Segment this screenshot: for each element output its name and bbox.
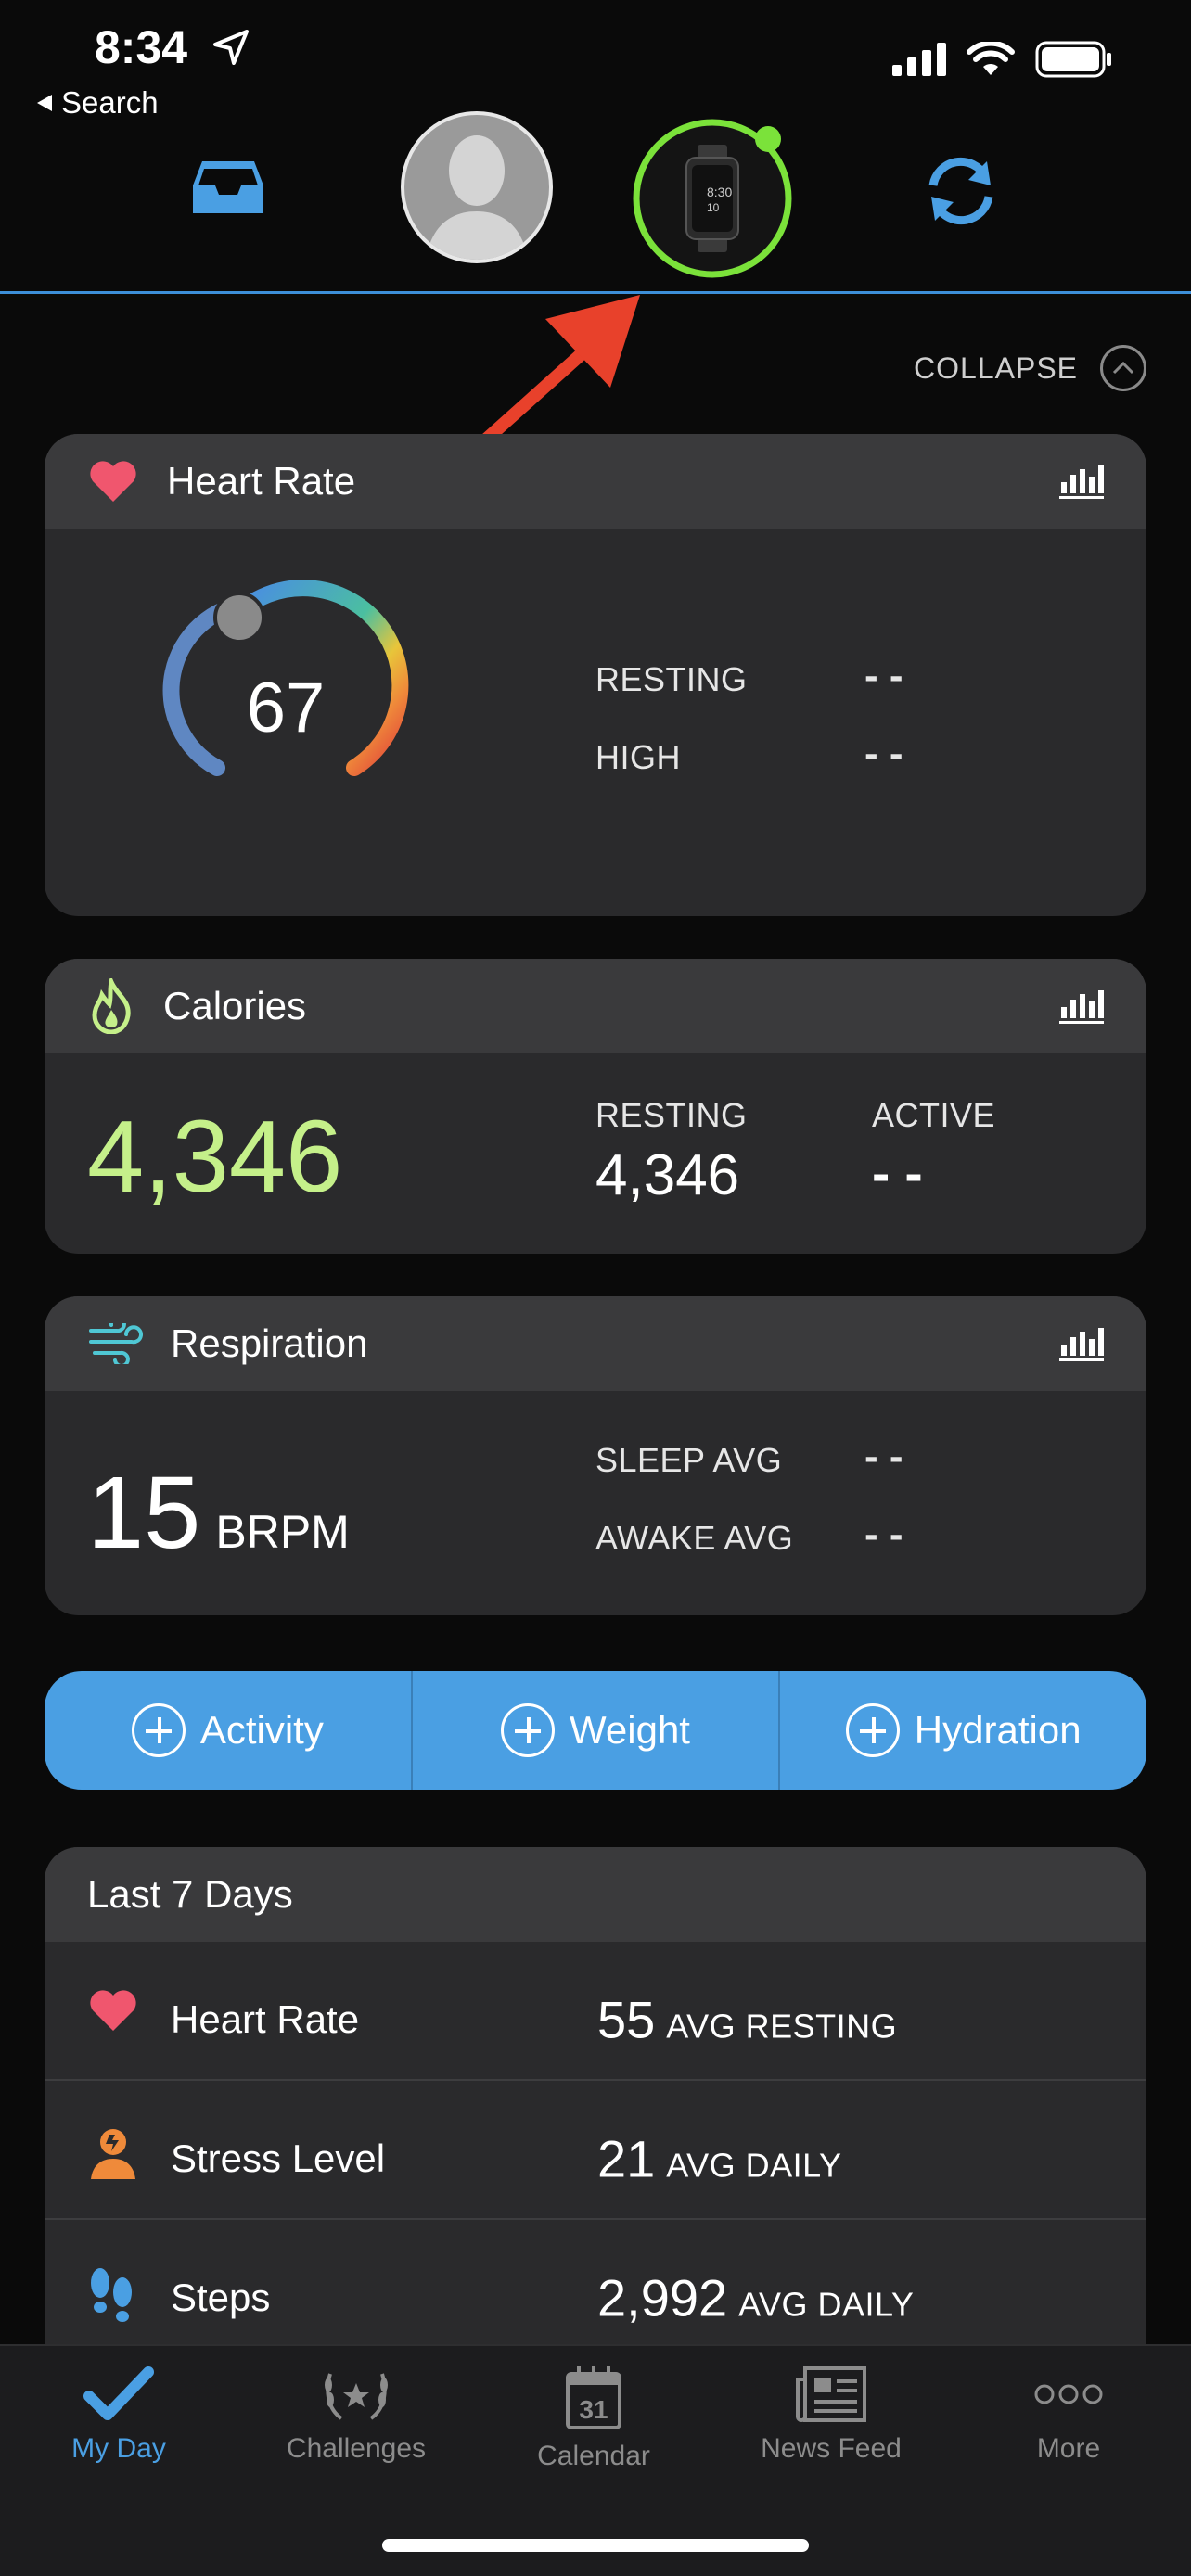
last-7-days-card: Last 7 Days Heart Rate 55 AVG RESTING St… bbox=[45, 1847, 1146, 2348]
add-hydration-label: Hydration bbox=[914, 1708, 1082, 1752]
laurel-icon bbox=[325, 2373, 388, 2420]
resp-sleep-value: - - bbox=[864, 1434, 903, 1479]
home-indicator[interactable] bbox=[382, 2539, 809, 2552]
add-hydration-button[interactable]: Hydration bbox=[780, 1671, 1146, 1790]
cellular-signal-icon bbox=[892, 43, 946, 76]
tab-label: More bbox=[1036, 2433, 1101, 2464]
tab-label: Challenges bbox=[286, 2433, 427, 2464]
add-activity-label: Activity bbox=[199, 1708, 324, 1752]
cal-resting-value: 4,346 bbox=[596, 1143, 740, 1207]
last7-unit: AVG DAILY bbox=[666, 2146, 842, 2185]
status-icons bbox=[892, 41, 1113, 78]
calories-title: Calories bbox=[163, 984, 307, 1027]
last7-label: Stress Level bbox=[171, 2136, 386, 2180]
newspaper-icon bbox=[796, 2366, 866, 2422]
tab-news-feed[interactable]: News Feed bbox=[712, 2365, 950, 2465]
last7-unit: AVG RESTING bbox=[666, 2007, 898, 2046]
quick-add-bar: Activity Weight Hydration bbox=[45, 1671, 1146, 1790]
hr-high-label: HIGH bbox=[596, 738, 681, 776]
collapse-label: COLLAPSE bbox=[914, 351, 1078, 385]
location-arrow-icon bbox=[213, 30, 249, 65]
status-time: 8:34 bbox=[95, 21, 188, 73]
svg-text:8:30: 8:30 bbox=[707, 185, 732, 199]
heart-rate-header: Heart Rate bbox=[45, 434, 1146, 529]
battery-icon bbox=[1035, 41, 1111, 78]
checkmark-icon bbox=[83, 2366, 154, 2420]
wifi-icon bbox=[967, 42, 1015, 75]
respiration-card[interactable]: Respiration 15 BRPM SLEEP AVG - - AWAKE … bbox=[45, 1296, 1146, 1615]
wind-icon bbox=[89, 1323, 143, 1364]
sync-icon[interactable] bbox=[920, 154, 1002, 228]
respiration-header: Respiration bbox=[45, 1296, 1146, 1391]
respiration-title: Respiration bbox=[171, 1321, 368, 1365]
calories-header: Calories bbox=[45, 959, 1146, 1053]
respiration-reading: 15 BRPM bbox=[87, 1454, 350, 1572]
heart-rate-card[interactable]: Heart Rate 67 RESTING - - HIGH - - bbox=[45, 434, 1146, 916]
resp-awake-value: - - bbox=[864, 1511, 903, 1557]
respiration-unit: BRPM bbox=[215, 1506, 350, 1558]
flame-icon bbox=[92, 978, 131, 1034]
chevron-up-icon bbox=[1100, 345, 1146, 391]
calendar-icon: 31 bbox=[566, 2366, 621, 2429]
add-weight-button[interactable]: Weight bbox=[413, 1671, 781, 1790]
connected-watch-device[interactable]: 8:30 10 bbox=[631, 117, 794, 280]
last7-unit: AVG DAILY bbox=[738, 2285, 915, 2324]
top-nav: 8:30 10 bbox=[0, 102, 1191, 294]
resp-sleep-label: SLEEP AVG bbox=[596, 1441, 783, 1479]
heart-rate-current: 67 bbox=[246, 669, 326, 747]
last7-number: 21 bbox=[597, 2129, 656, 2188]
user-silhouette-icon bbox=[426, 135, 528, 260]
svg-text:10: 10 bbox=[707, 201, 720, 214]
plus-circle-icon bbox=[501, 1703, 556, 1757]
last7-row-stress-level[interactable]: Stress Level 21 AVG DAILY bbox=[45, 2081, 1146, 2220]
last-7-days-title: Last 7 Days bbox=[45, 1847, 1146, 1942]
cal-active-value: - - bbox=[872, 1143, 923, 1204]
collapse-toggle[interactable]: COLLAPSE bbox=[914, 345, 1146, 391]
plus-circle-icon bbox=[131, 1703, 186, 1757]
last7-label: Steps bbox=[171, 2276, 271, 2319]
inbox-icon[interactable] bbox=[191, 158, 265, 217]
calories-total: 4,346 bbox=[87, 1100, 343, 1214]
last7-row-heart-rate[interactable]: Heart Rate 55 AVG RESTING bbox=[45, 1942, 1146, 2081]
bar-chart-icon[interactable] bbox=[1059, 1324, 1104, 1361]
last7-value: 55 AVG RESTING bbox=[597, 1990, 897, 2050]
stress-icon bbox=[91, 2129, 135, 2179]
bar-chart-icon[interactable] bbox=[1059, 987, 1104, 1024]
tab-calendar[interactable]: 31 Calendar bbox=[475, 2365, 712, 2472]
resp-awake-label: AWAKE AVG bbox=[596, 1519, 794, 1557]
profile-avatar[interactable] bbox=[401, 111, 553, 263]
hr-resting-value: - - bbox=[864, 653, 903, 698]
add-weight-label: Weight bbox=[570, 1708, 690, 1752]
tab-label: My Day bbox=[71, 2433, 166, 2464]
add-activity-button[interactable]: Activity bbox=[45, 1671, 413, 1790]
footsteps-icon bbox=[91, 2268, 132, 2322]
calendar-day-number: 31 bbox=[579, 2395, 608, 2424]
last7-number: 2,992 bbox=[597, 2268, 728, 2327]
bar-chart-icon[interactable] bbox=[1059, 462, 1104, 499]
tab-my-day[interactable]: My Day bbox=[0, 2365, 237, 2465]
tab-challenges[interactable]: Challenges bbox=[237, 2365, 475, 2465]
heart-icon bbox=[90, 461, 136, 502]
heart-icon bbox=[90, 1990, 136, 2031]
last7-number: 55 bbox=[597, 1990, 656, 2049]
hr-resting-label: RESTING bbox=[596, 660, 748, 698]
tab-label: News Feed bbox=[761, 2433, 902, 2464]
heart-rate-title: Heart Rate bbox=[167, 459, 356, 503]
hr-high-value: - - bbox=[864, 731, 903, 776]
tab-more[interactable]: More bbox=[950, 2365, 1187, 2465]
last7-value: 2,992 AVG DAILY bbox=[597, 2268, 914, 2328]
last7-row-steps[interactable]: Steps 2,992 AVG DAILY bbox=[45, 2220, 1146, 2348]
calories-card[interactable]: Calories 4,346 RESTING 4,346 ACTIVE - - bbox=[45, 959, 1146, 1254]
cal-resting-label: RESTING bbox=[596, 1096, 748, 1134]
cal-active-label: ACTIVE bbox=[872, 1096, 996, 1134]
last7-label: Heart Rate bbox=[171, 1997, 360, 2041]
plus-circle-icon bbox=[845, 1703, 900, 1757]
tab-label: Calendar bbox=[537, 2441, 650, 2471]
respiration-value: 15 bbox=[87, 1456, 201, 1570]
more-icon bbox=[1034, 2384, 1103, 2404]
last7-value: 21 AVG DAILY bbox=[597, 2129, 842, 2189]
